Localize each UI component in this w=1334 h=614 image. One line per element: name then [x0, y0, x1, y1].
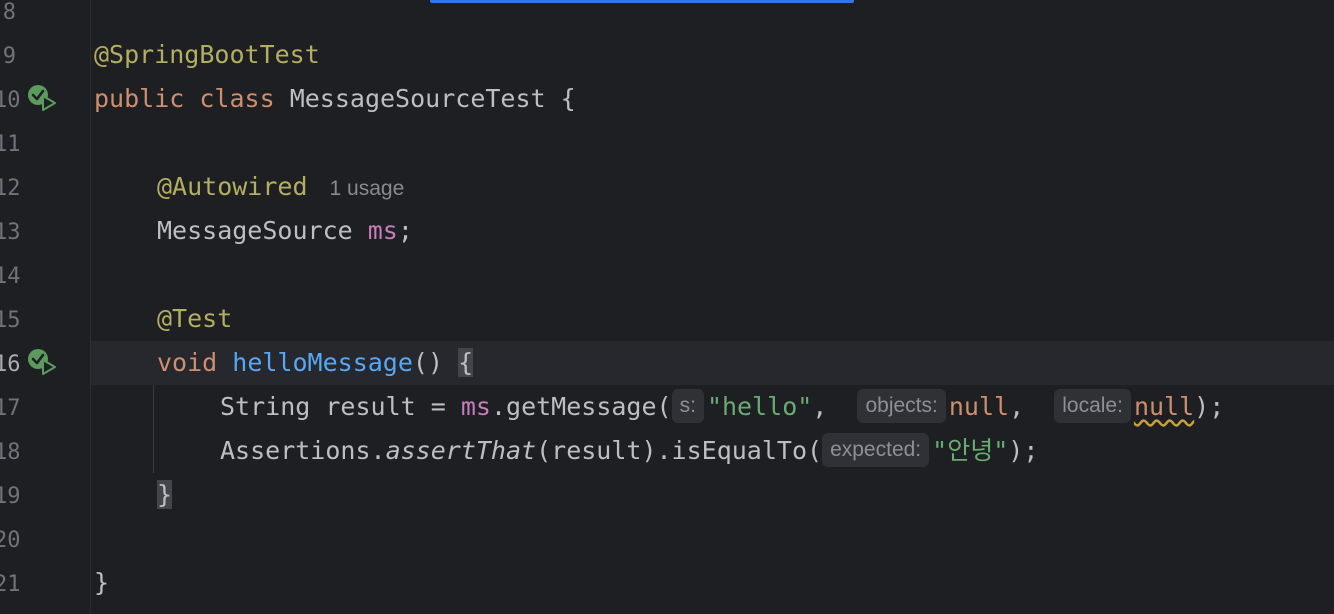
code-line-17: String result = ms.getMessage(s: "hello",… — [220, 385, 1224, 429]
line-number: 15 — [0, 308, 21, 333]
line-number: 21 — [0, 572, 21, 597]
field-ref: ms — [460, 392, 491, 421]
punctuation: () — [412, 348, 444, 377]
brace: } — [94, 568, 110, 597]
assignment: result = — [325, 392, 446, 421]
line-number: 8 — [2, 0, 16, 25]
line-number: 19 — [0, 484, 21, 509]
param-hint: s: — [671, 389, 704, 423]
run-test-icon[interactable] — [27, 348, 57, 378]
method-name: helloMessage — [232, 348, 413, 377]
line-number: 12 — [0, 176, 21, 201]
string-literal: "안녕" — [932, 436, 1009, 465]
string-literal: "hello" — [706, 392, 813, 421]
line-number: 20 — [0, 528, 21, 553]
line-number: 13 — [0, 220, 21, 245]
line-number: 10 — [0, 88, 21, 113]
annotation: @Autowired — [157, 172, 308, 201]
line-number: 16 — [0, 352, 21, 377]
usage-hint[interactable]: 1 usage — [330, 177, 405, 200]
punctuation: , — [812, 392, 828, 421]
code-line-16: void helloMessage() { — [157, 341, 474, 385]
run-test-icon[interactable] — [27, 84, 57, 114]
code-line-15: @Test — [157, 297, 232, 341]
code-line-21: } — [94, 561, 109, 605]
class-ref: Assertions. — [220, 436, 386, 465]
line-number: 11 — [0, 132, 21, 157]
brace: { — [560, 84, 576, 113]
punctuation: ; — [397, 216, 413, 245]
annotation: @Test — [157, 304, 233, 333]
type-name: MessageSource — [157, 216, 353, 245]
keyword: void — [157, 348, 218, 377]
code-line-18: Assertions.assertThat(result).isEqualTo(… — [220, 429, 1038, 473]
param-hint: expected: — [822, 433, 930, 467]
code-editor[interactable]: @SpringBootTest public class MessageSour… — [91, 0, 1334, 614]
punctuation: ); — [1008, 436, 1039, 465]
keyword-warning[interactable]: null — [1134, 392, 1194, 421]
type-name: String — [220, 392, 311, 421]
line-number: 9 — [2, 44, 16, 69]
line-number: 14 — [0, 264, 21, 289]
code-line-10: public class MessageSourceTest { — [94, 77, 576, 121]
indent-guide — [153, 385, 154, 473]
method-call: (result).isEqualTo( — [536, 436, 823, 465]
matched-brace: { — [458, 348, 474, 377]
method-call: .getMessage( — [490, 392, 672, 421]
code-line-13: MessageSource ms; — [157, 209, 413, 253]
keyword: null — [948, 392, 1010, 421]
matched-brace: } — [157, 480, 173, 509]
param-hint: locale: — [1054, 389, 1131, 423]
keyword: class — [199, 84, 275, 113]
punctuation: , — [1009, 392, 1025, 421]
search-highlight-marker — [430, 0, 854, 3]
punctuation: ); — [1194, 392, 1225, 421]
keyword: public — [94, 84, 185, 113]
static-method: assertThat — [385, 436, 537, 465]
class-name: MessageSourceTest — [289, 84, 546, 113]
code-line-12: @Autowired 1 usage — [157, 165, 404, 209]
editor-gutter: 8 9 10 11 12 13 14 15 16 17 18 19 20 21 — [0, 0, 91, 614]
annotation: @SpringBootTest — [94, 40, 320, 69]
line-number: 17 — [0, 396, 21, 421]
line-number: 18 — [0, 440, 21, 465]
param-hint: objects: — [857, 389, 946, 423]
field-name: ms — [367, 216, 398, 245]
code-line-9: @SpringBootTest — [94, 33, 320, 77]
code-line-19: } — [157, 473, 173, 517]
